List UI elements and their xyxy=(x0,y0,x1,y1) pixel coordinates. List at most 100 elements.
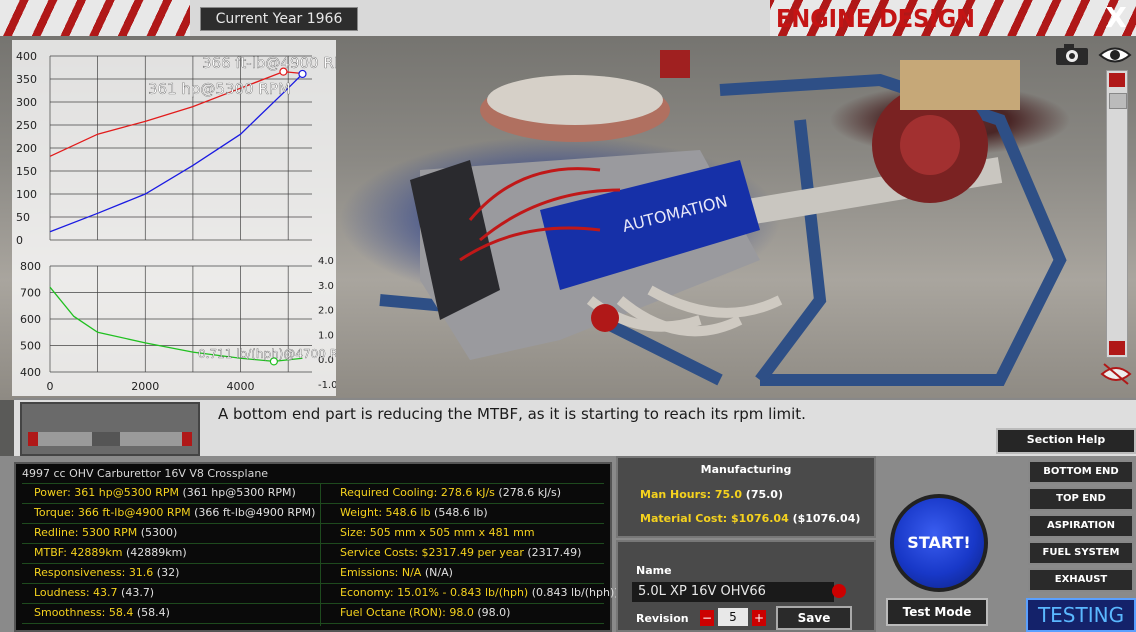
stats-row: Power: 361 hp@5300 RPM (361 hp@5300 RPM)… xyxy=(22,483,604,504)
stat-label: Redline: xyxy=(34,526,82,539)
mini-scroll-right[interactable] xyxy=(182,432,192,446)
stats-row: Torque: 366 ft-lb@4900 RPM (366 ft-lb@49… xyxy=(22,503,604,524)
y-tick-label: 350 xyxy=(16,73,37,86)
scroll-thumb[interactable] xyxy=(1109,93,1127,109)
torque-peak-label: 366 ft-lb@4900 RPM xyxy=(202,54,336,72)
y-tick-label: 600 xyxy=(20,313,41,326)
engine-name-field[interactable]: 5.0L XP 16V OHV66 xyxy=(632,582,834,602)
stats-row: Responsiveness: 31.6 (32) Emissions: N/A … xyxy=(22,563,604,584)
camera-icon[interactable] xyxy=(1054,42,1090,66)
zoom-scrollbar[interactable] xyxy=(1106,70,1128,358)
revision-decrement-button[interactable]: − xyxy=(700,610,714,626)
y-tick-label: 250 xyxy=(16,119,37,132)
y-tick-label: 0 xyxy=(16,234,23,247)
stat-value: 43.7 xyxy=(93,586,118,599)
stat-label: Torque: xyxy=(34,506,78,519)
man-hours-row: Man Hours: 75.0 (75.0) xyxy=(640,488,783,501)
stat-cell: Loudness: 43.7 (43.7) xyxy=(34,584,154,602)
stat-cell: Required Cooling: 278.6 kJ/s (278.6 kJ/s… xyxy=(340,484,561,502)
scroll-up-button[interactable] xyxy=(1109,73,1125,87)
stat-label: Power: xyxy=(34,486,75,499)
name-panel: Name 5.0L XP 16V OHV66 Revision − 5 + Sa… xyxy=(616,540,876,632)
economy-peak-label: 0.711 lb/(hph)@4700 RPM xyxy=(198,347,336,361)
mini-scroll-thumb[interactable] xyxy=(92,432,120,446)
section-help-button[interactable]: Section Help xyxy=(996,428,1136,454)
stat-label: Emissions: xyxy=(340,566,402,579)
stat-cell: Size: 505 mm x 505 mm x 481 mm xyxy=(340,524,535,542)
test-mode-button[interactable]: Test Mode xyxy=(886,598,988,626)
material-cost-row: Material Cost: $1076.04 ($1076.04) xyxy=(640,512,860,525)
stat-cell: Torque: 366 ft-lb@4900 RPM (366 ft-lb@49… xyxy=(34,504,315,522)
stat-label: Service Costs: xyxy=(340,546,422,559)
nav-aspiration[interactable]: ASPIRATION xyxy=(1028,514,1134,538)
nav-exhaust[interactable]: EXHAUST xyxy=(1028,568,1134,592)
stat-label: MTBF: xyxy=(34,546,71,559)
stat-paren: (58.4) xyxy=(133,606,170,619)
stat-value: $2317.49 per year xyxy=(421,546,524,559)
stat-label: Smoothness: xyxy=(34,606,109,619)
eye-icon[interactable] xyxy=(1098,44,1132,66)
performance-graph: 400 350 300 250 200 150 100 50 0 800 700 600 500 400 4… xyxy=(12,40,336,396)
mini-scroll-left[interactable] xyxy=(28,432,38,446)
mini-panel xyxy=(20,402,200,456)
engine-stats-panel: 4997 cc OHV Carburettor 16V V8 Crossplan… xyxy=(14,462,619,632)
stat-value: N/A xyxy=(401,566,422,579)
stat-value: 278.6 kJ/s xyxy=(440,486,495,499)
y-tick-label: 800 xyxy=(20,260,41,273)
y-tick-label: 50 xyxy=(16,211,30,224)
stat-value: 548.6 lb xyxy=(385,506,431,519)
stat-paren: (43.7) xyxy=(117,586,155,599)
y-tick-label: 400 xyxy=(20,366,41,379)
stat-label: Responsiveness: xyxy=(34,566,129,579)
y-tick-label: 700 xyxy=(20,287,41,300)
y-tick-label: 200 xyxy=(16,142,37,155)
stat-value: 42889km xyxy=(70,546,123,559)
revision-value: 5 xyxy=(718,608,748,626)
page-title: ENGINE DESIGN xyxy=(776,4,975,33)
x-tick-label: 0 xyxy=(47,380,54,393)
stat-paren: (361 hp@5300 RPM) xyxy=(179,486,296,499)
right-y-tick-label: -1.0 xyxy=(318,380,336,391)
graph-svg: 4003503002502001501005008007006005004004… xyxy=(16,50,336,393)
stat-cell: Redline: 5300 RPM (5300) xyxy=(34,524,177,542)
stat-cell: Economy: 15.01% - 0.843 lb/(hph) (0.843 … xyxy=(340,584,619,602)
stat-paren: (0.843 lb/(hph)) xyxy=(528,586,619,599)
stat-paren: (5300) xyxy=(137,526,178,539)
right-y-tick-label: 2.0 xyxy=(318,306,334,317)
stat-cell: Service Costs: $2317.49 per year (2317.4… xyxy=(340,544,581,562)
stat-paren: (42889km) xyxy=(122,546,187,559)
stat-value: 366 ft-lb@4900 RPM xyxy=(77,506,191,519)
stat-paren: (2317.49) xyxy=(523,546,582,559)
stat-cell: Weight: 548.6 lb (548.6 lb) xyxy=(340,504,488,522)
stat-cell: Power: 361 hp@5300 RPM (361 hp@5300 RPM) xyxy=(34,484,296,502)
power-peak-label: 361 hp@5300 RPM xyxy=(148,80,291,98)
y-tick-label: 150 xyxy=(16,165,37,178)
hide-view-icon[interactable] xyxy=(1100,362,1132,386)
material-cost-value: $1076.04 xyxy=(730,512,789,525)
scroll-down-button[interactable] xyxy=(1109,341,1125,355)
stat-value: 5300 RPM xyxy=(81,526,138,539)
stat-value: 15.01% - 0.843 lb/(hph) xyxy=(397,586,529,599)
stats-row: Redline: 5300 RPM (5300) Size: 505 mm x 5… xyxy=(22,523,604,544)
close-button[interactable]: X xyxy=(1100,2,1132,34)
stat-label: Size: xyxy=(340,526,370,539)
nav-testing[interactable]: TESTING xyxy=(1026,598,1136,632)
save-button[interactable]: Save xyxy=(776,606,852,630)
y-tick-label: 400 xyxy=(16,50,37,63)
stat-cell: Emissions: N/A (N/A) xyxy=(340,564,453,582)
randomize-name-button[interactable] xyxy=(832,584,846,598)
stat-paren: (N/A) xyxy=(421,566,453,579)
start-button[interactable]: START! xyxy=(890,494,988,592)
manufacturing-title: Manufacturing xyxy=(700,463,792,476)
stat-value: 58.4 xyxy=(108,606,134,619)
x-tick-label: 2000 xyxy=(131,380,159,393)
stat-label: Economy: xyxy=(340,586,398,599)
stats-table: Power: 361 hp@5300 RPM (361 hp@5300 RPM)… xyxy=(22,483,619,624)
right-y-tick-label: 1.0 xyxy=(318,330,334,341)
stats-row: Loudness: 43.7 (43.7) Economy: 15.01% - 0… xyxy=(22,583,619,604)
name-label: Name xyxy=(636,564,672,577)
nav-bottom-end[interactable]: BOTTOM END xyxy=(1028,460,1134,484)
nav-top-end[interactable]: TOP END xyxy=(1028,487,1134,511)
nav-fuel-system[interactable]: FUEL SYSTEM xyxy=(1028,541,1134,565)
revision-increment-button[interactable]: + xyxy=(752,610,766,626)
